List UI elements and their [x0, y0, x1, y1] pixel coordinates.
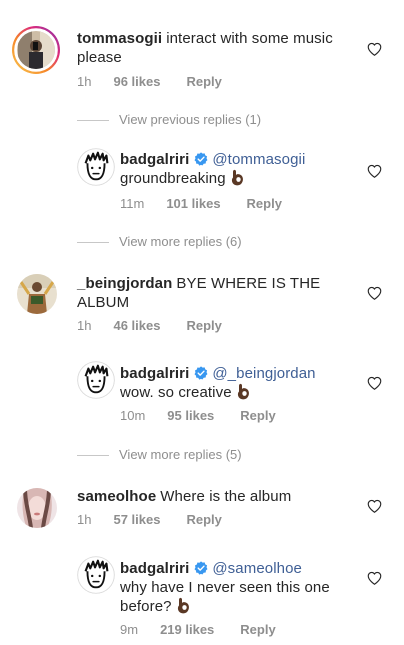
comment-text: tommasogii interact with some music pleas… [77, 29, 362, 67]
comment-meta: 9m 219 likes Reply [120, 622, 276, 637]
comment-likes[interactable]: 95 likes [167, 408, 214, 423]
verified-badge-icon [194, 366, 208, 380]
comment-likes[interactable]: 219 likes [160, 622, 214, 637]
reply-button[interactable]: Reply [186, 318, 221, 333]
mention-link[interactable]: @_beingjordan [212, 365, 315, 382]
view-more-replies[interactable]: View more replies (5) [77, 447, 242, 462]
comment-username[interactable]: _beingjordan [77, 275, 172, 292]
heart-icon[interactable] [367, 499, 382, 513]
verified-badge-icon [194, 152, 208, 166]
mention-link[interactable]: @sameolhoe [212, 560, 302, 577]
divider-line [77, 120, 109, 122]
comment-time: 1h [77, 512, 92, 527]
comment-likes[interactable]: 96 likes [113, 74, 160, 89]
reply-button[interactable]: Reply [186, 512, 221, 527]
comment-username[interactable]: tommasogii [77, 30, 162, 47]
comment-username[interactable]: sameolhoe [77, 488, 156, 505]
reply-button[interactable]: Reply [247, 196, 282, 211]
mention-link[interactable]: @tommasogii [212, 151, 305, 168]
avatar[interactable] [77, 148, 115, 186]
comment-text: badgalriri @sameolhoe why have I never se… [120, 559, 345, 616]
comment-meta: 1h 57 likes Reply [77, 512, 222, 527]
reply-button[interactable]: Reply [240, 622, 275, 637]
view-more-replies[interactable]: View more replies (6) [77, 234, 242, 249]
avatar[interactable] [17, 488, 57, 528]
heart-icon[interactable] [367, 286, 382, 300]
comment-username[interactable]: badgalriri [120, 365, 189, 382]
comment-text: _beingjordan BYE WHERE IS THE ALBUM [77, 274, 337, 312]
comment-meta: 10m 95 likes Reply [120, 408, 276, 423]
comment-likes[interactable]: 101 likes [166, 196, 220, 211]
comment-text: sameolhoe Where is the album [77, 487, 357, 506]
view-replies-label: View previous replies (1) [119, 112, 262, 127]
avatar[interactable] [77, 556, 115, 594]
reply-button[interactable]: Reply [240, 408, 275, 423]
comment-body: why have I never seen this one before? [120, 579, 330, 615]
comment-time: 10m [120, 408, 146, 423]
reply-button[interactable]: Reply [186, 74, 221, 89]
avatar[interactable] [17, 274, 57, 314]
avatar[interactable] [12, 26, 60, 74]
comment-text: badgalriri @tommasogii groundbreaking [120, 150, 360, 188]
comment-meta: 1h 96 likes Reply [77, 74, 222, 89]
view-previous-replies[interactable]: View previous replies (1) [77, 112, 261, 127]
divider-line [77, 242, 109, 244]
comment-time: 9m [120, 622, 139, 637]
ok-hand-emoji-icon [230, 169, 244, 186]
verified-badge-icon [194, 561, 208, 575]
comment-username[interactable]: badgalriri [120, 560, 189, 577]
divider-line [77, 455, 109, 457]
avatar[interactable] [77, 361, 115, 399]
ok-hand-emoji-icon [176, 597, 190, 614]
view-replies-label: View more replies (5) [119, 447, 242, 462]
comment-time: 11m [120, 196, 145, 211]
view-replies-label: View more replies (6) [119, 234, 242, 249]
comment-likes[interactable]: 57 likes [113, 512, 160, 527]
comment-meta: 11m 101 likes Reply [120, 196, 282, 211]
comment-time: 1h [77, 74, 92, 89]
heart-icon[interactable] [367, 42, 382, 56]
comment-username[interactable]: badgalriri [120, 151, 189, 168]
comment-body: Where is the album [160, 488, 292, 505]
heart-icon[interactable] [367, 376, 382, 390]
comment-time: 1h [77, 318, 92, 333]
comment-body: groundbreaking [120, 170, 226, 187]
comment-text: badgalriri @_beingjordan wow. so creative [120, 364, 360, 402]
ok-hand-emoji-icon [236, 383, 250, 400]
comment-meta: 1h 46 likes Reply [77, 318, 222, 333]
comment-body: wow. so creative [120, 384, 232, 401]
comment-likes[interactable]: 46 likes [113, 318, 160, 333]
heart-icon[interactable] [367, 571, 382, 585]
heart-icon[interactable] [367, 164, 382, 178]
